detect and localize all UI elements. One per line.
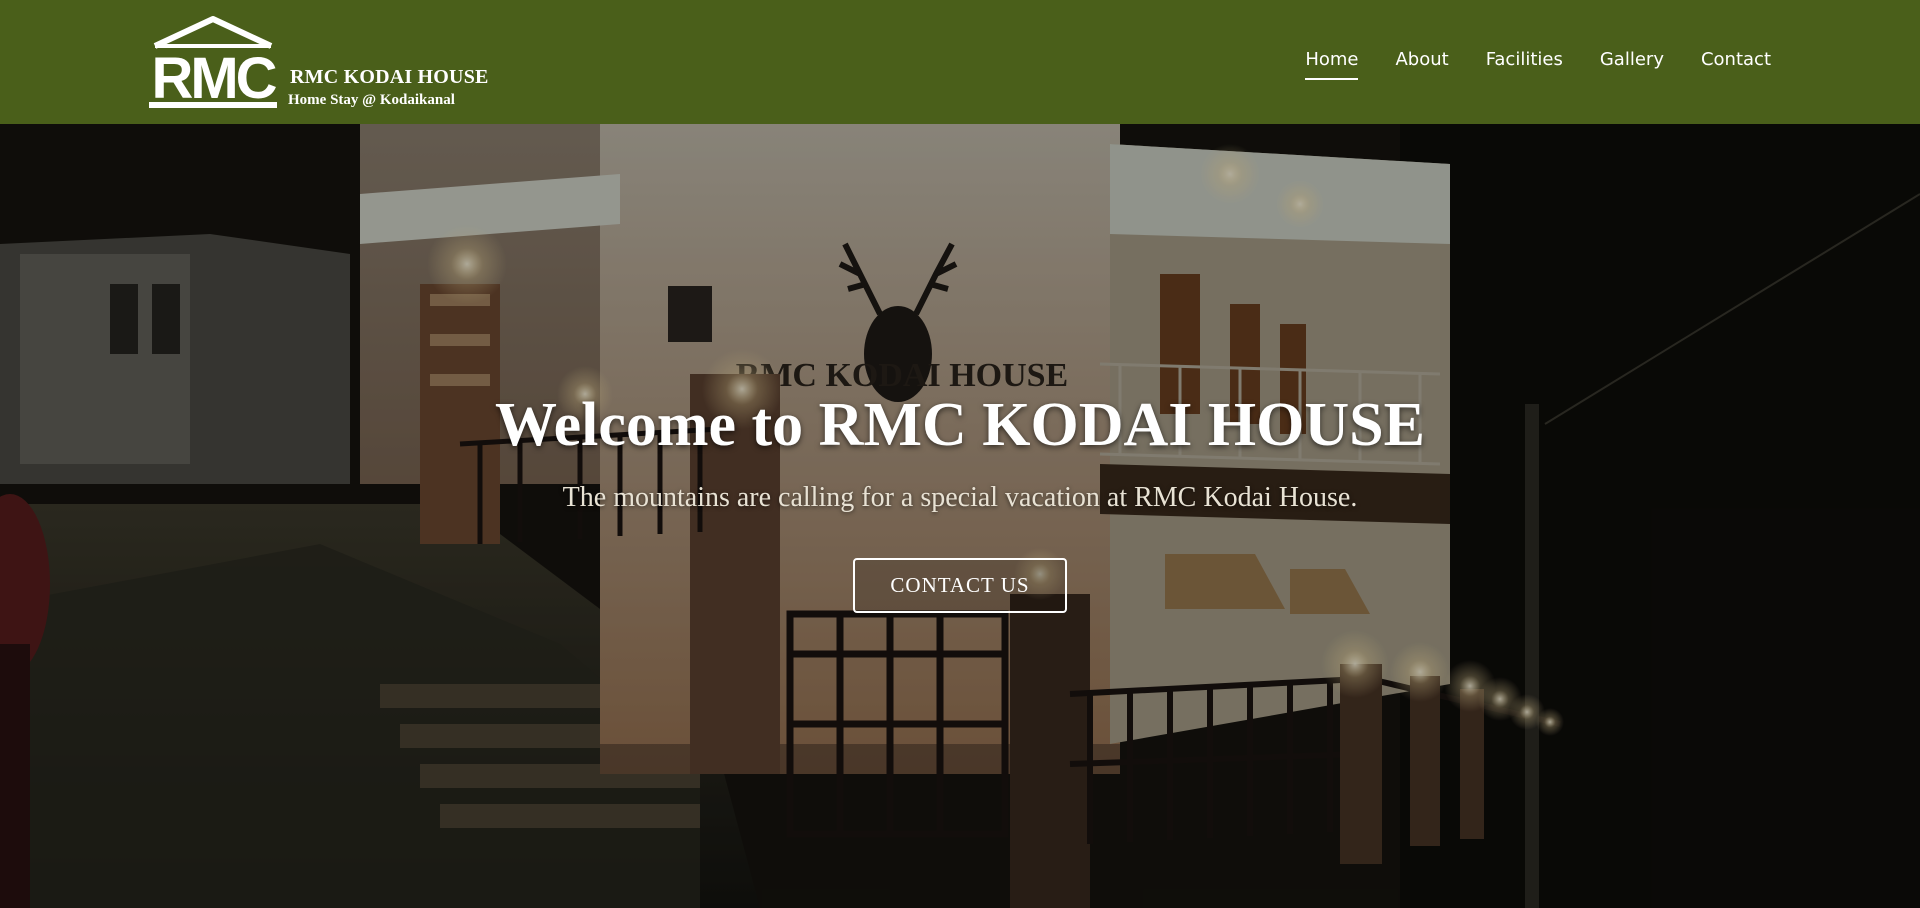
contact-us-button[interactable]: CONTACT US <box>853 558 1067 613</box>
main-nav: Home About Facilities Gallery Contact <box>1305 0 1771 124</box>
brand-logo[interactable]: RMC RMC KODAI HOUSE Home Stay @ Kodaikan… <box>149 16 489 112</box>
svg-text:RMC: RMC <box>151 46 276 110</box>
brand-name: RMC KODAI HOUSE <box>290 66 489 88</box>
hero-content: Welcome to RMC KODAI HOUSE The mountains… <box>0 394 1920 613</box>
logo-house-icon: RMC <box>149 16 277 110</box>
nav-gallery[interactable]: Gallery <box>1600 45 1664 80</box>
brand-tagline: Home Stay @ Kodaikanal <box>288 92 455 108</box>
hero-title: Welcome to RMC KODAI HOUSE <box>495 391 1425 459</box>
nav-home[interactable]: Home <box>1305 45 1359 80</box>
site-header: RMC RMC KODAI HOUSE Home Stay @ Kodaikan… <box>0 0 1920 124</box>
nav-contact[interactable]: Contact <box>1701 45 1771 80</box>
hero-section: RMC KODAI HOUSE Welcome to RMC KODAI HOU… <box>0 124 1920 908</box>
nav-facilities[interactable]: Facilities <box>1486 45 1563 80</box>
hero-subtitle: The mountains are calling for a special … <box>562 482 1358 513</box>
nav-about[interactable]: About <box>1395 45 1448 80</box>
